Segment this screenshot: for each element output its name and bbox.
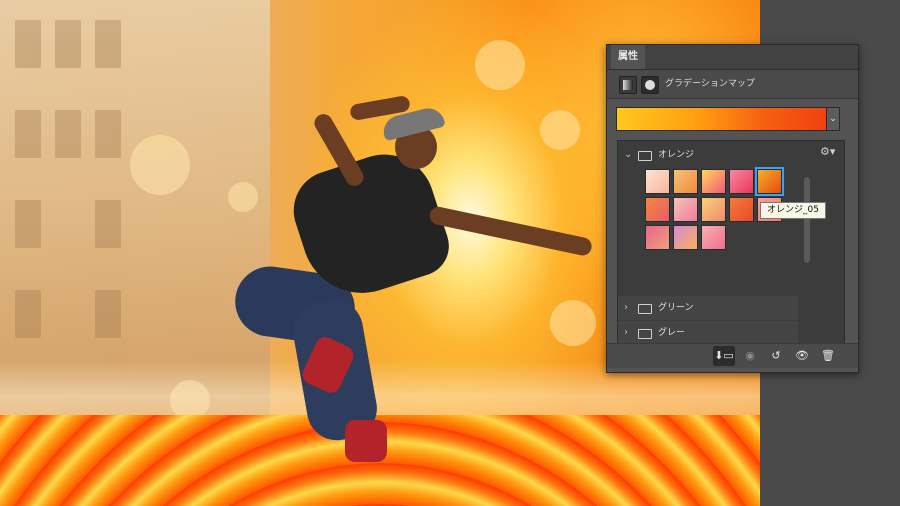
adjustment-header: グラデーションマップ <box>607 70 858 99</box>
gradient-swatch[interactable] <box>645 225 670 250</box>
clip-to-layer-button[interactable]: ⬇▭ <box>713 346 735 366</box>
dancer-arm <box>428 205 594 258</box>
dancer-shoe <box>345 420 387 462</box>
gradient-swatch[interactable] <box>755 167 784 196</box>
folder-label: グリーン <box>658 303 694 313</box>
folder-icon <box>638 151 652 161</box>
building-window <box>55 110 81 158</box>
panel-tab-bar: 属性 <box>607 45 858 70</box>
gradient-swatch[interactable] <box>673 169 698 194</box>
chevron-right-icon[interactable]: › <box>624 321 628 345</box>
building-window <box>55 20 81 68</box>
layer-mask-icon[interactable] <box>641 76 659 94</box>
building-window <box>15 290 41 338</box>
chevron-right-icon[interactable]: › <box>624 296 628 320</box>
building-window <box>95 200 121 248</box>
gradient-dropdown-button[interactable]: ⌄ <box>826 107 840 131</box>
gradient-swatch[interactable] <box>729 169 754 194</box>
delete-button[interactable]: 🗑 <box>817 346 839 366</box>
building-window <box>15 200 41 248</box>
building-window <box>15 20 41 68</box>
building-window <box>95 20 121 68</box>
gradient-swatch[interactable] <box>701 225 726 250</box>
bokeh-light <box>540 110 580 150</box>
bokeh-light <box>475 40 525 90</box>
view-previous-state-button[interactable]: ◉ <box>739 346 761 366</box>
gradient-swatch[interactable] <box>645 169 670 194</box>
building-window <box>95 290 121 338</box>
folder-label: グレー <box>658 328 686 338</box>
folder-icon <box>638 329 652 339</box>
folder-label: オレンジ <box>658 150 695 160</box>
preset-folder-green[interactable]: › グリーン <box>618 296 798 320</box>
gradient-swatch[interactable] <box>645 197 670 222</box>
gradient-swatch[interactable] <box>729 197 754 222</box>
bokeh-light <box>228 182 258 212</box>
gradient-preview-bar[interactable] <box>616 107 828 131</box>
panel-footer: ⬇▭ ◉ ↺ 👁 🗑 <box>607 343 858 368</box>
tab-properties[interactable]: 属性 <box>611 45 645 69</box>
bokeh-light <box>550 300 596 346</box>
building-window <box>15 110 41 158</box>
preset-folder-gray[interactable]: › グレー <box>618 321 798 345</box>
toggle-visibility-button[interactable]: 👁 <box>791 346 813 366</box>
adjustment-title: グラデーションマップ <box>665 79 755 89</box>
reset-button[interactable]: ↺ <box>765 346 787 366</box>
gradient-swatch[interactable] <box>673 197 698 222</box>
gear-icon[interactable]: ⚙▾ <box>820 145 835 158</box>
chevron-down-icon[interactable]: ⌄ <box>624 143 632 167</box>
gradient-swatch[interactable] <box>673 225 698 250</box>
preset-tooltip: オレンジ_05 <box>760 202 826 219</box>
gradient-preset-picker: ⚙▾ ⌄ オレンジ › グリーン › グレー <box>617 140 845 366</box>
adjustment-layer-icon[interactable] <box>619 76 637 94</box>
preset-folder-orange[interactable]: ⌄ オレンジ <box>618 143 798 167</box>
folder-icon <box>638 304 652 314</box>
gradient-swatch[interactable] <box>701 169 726 194</box>
gradient-swatch[interactable] <box>701 197 726 222</box>
building-window <box>95 110 121 158</box>
preset-scrollbar[interactable] <box>804 177 810 263</box>
bokeh-light <box>130 135 190 195</box>
